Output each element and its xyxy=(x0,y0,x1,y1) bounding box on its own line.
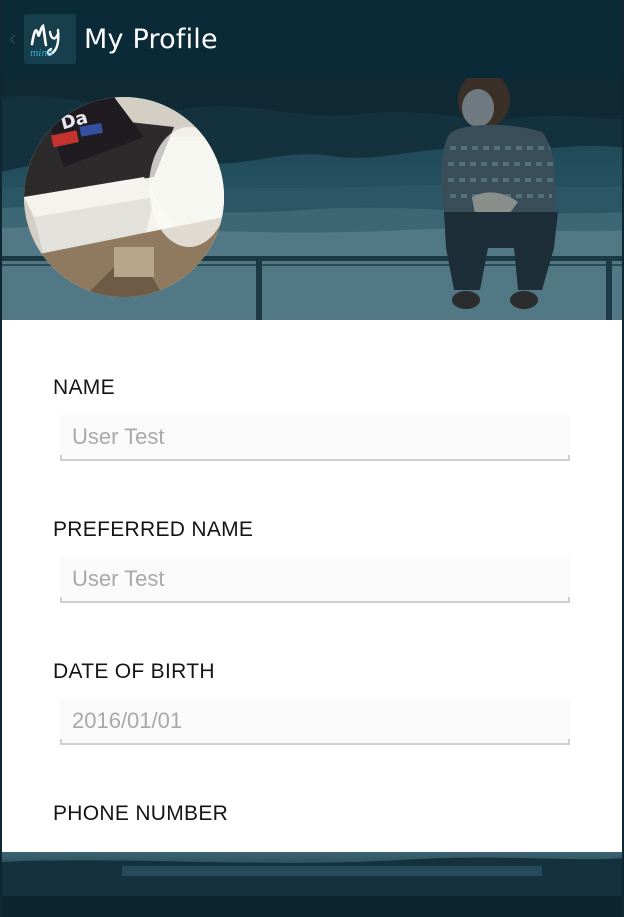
name-input[interactable] xyxy=(60,415,570,461)
profile-photo: Da xyxy=(24,97,224,297)
name-input-underline-tick xyxy=(60,455,62,461)
logo-subtext: mind xyxy=(30,49,53,59)
date-of-birth-label: DATE OF BIRTH xyxy=(53,660,215,683)
preferred-name-underline-tick xyxy=(60,597,62,603)
name-input-underline-tick xyxy=(568,455,570,461)
preferred-name-underline-tick xyxy=(568,597,570,603)
page-title: My Profile xyxy=(84,24,218,55)
date-of-birth-input[interactable] xyxy=(60,699,570,745)
name-label: NAME xyxy=(53,376,115,399)
phone-number-label: PHONE NUMBER xyxy=(53,802,229,825)
preferred-name-label: PREFERRED NAME xyxy=(53,518,254,541)
app-screen: ‹ mind My Profile Da NAME User Test PREF… xyxy=(0,0,624,917)
action-bar: ‹ mind My Profile xyxy=(2,0,622,78)
profile-banner: Da xyxy=(2,78,622,320)
profile-avatar[interactable]: Da xyxy=(24,97,224,297)
app-logo[interactable]: mind xyxy=(24,14,76,64)
bottom-background-strip xyxy=(2,852,622,917)
date-of-birth-underline-tick xyxy=(568,739,570,745)
chevron-left-icon[interactable]: ‹ xyxy=(8,28,22,52)
preferred-name-input[interactable] xyxy=(60,557,570,603)
profile-form: NAME PREFERRED NAME DATE OF BIRTH PHONE … xyxy=(2,320,622,852)
date-of-birth-underline-tick xyxy=(60,739,62,745)
